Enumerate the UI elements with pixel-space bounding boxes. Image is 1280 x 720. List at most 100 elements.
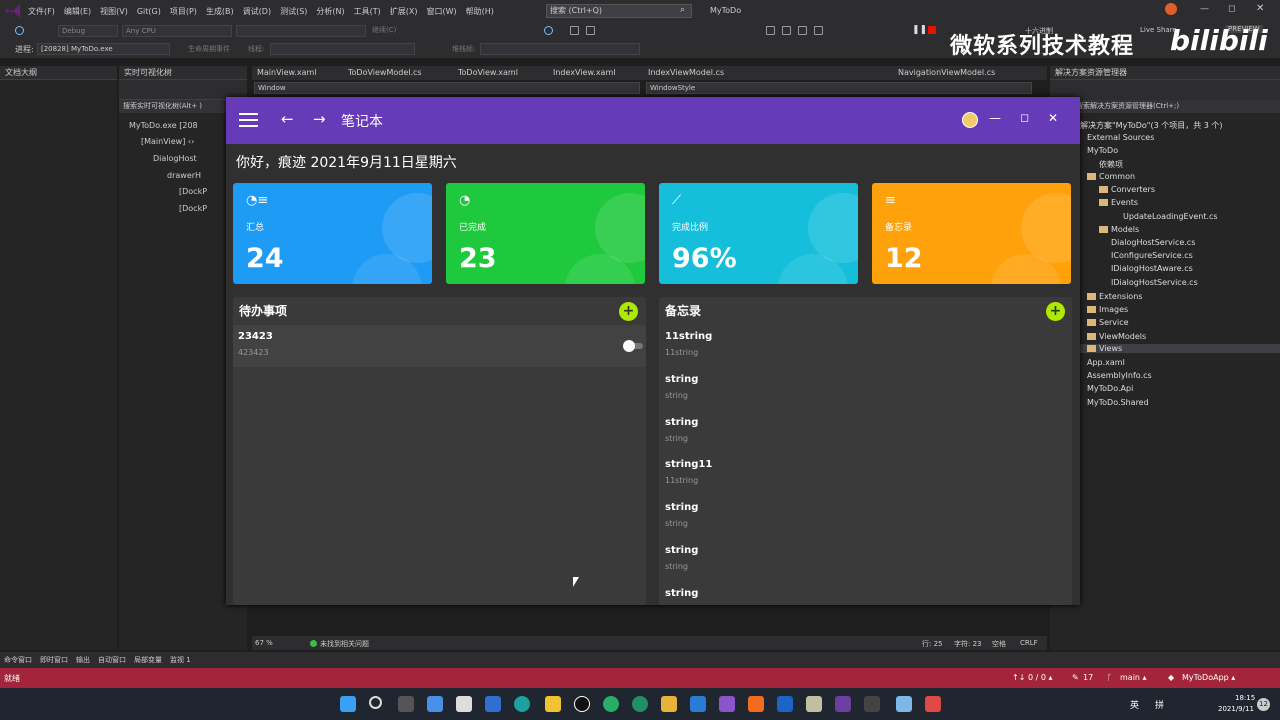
bookmark-icon[interactable]	[782, 26, 791, 35]
tab-mainview[interactable]: MainView.xaml	[257, 68, 317, 77]
menu-build[interactable]: 生成(B)	[206, 6, 234, 17]
memo-item-title[interactable]: string	[665, 374, 698, 385]
sol-item[interactable]: 依赖项	[1099, 159, 1123, 170]
memo-item-title[interactable]: string	[665, 502, 698, 513]
forward-arrow-icon[interactable]: →	[313, 110, 326, 128]
sol-item[interactable]: MyToDo.Api	[1087, 384, 1133, 393]
refresh-icon[interactable]	[544, 26, 553, 35]
app-icon[interactable]	[632, 696, 648, 712]
close-icon[interactable]: ✕	[1256, 3, 1264, 14]
stop-icon[interactable]	[928, 26, 936, 34]
sol-item[interactable]: IDialogHostAware.cs	[1111, 264, 1193, 273]
bookmark-icon[interactable]	[798, 26, 807, 35]
tree-item[interactable]: MyToDo.exe [208	[129, 121, 198, 130]
tab-indexviewmodel[interactable]: IndexViewModel.cs	[648, 68, 724, 77]
close-icon[interactable]: ✕	[1048, 111, 1058, 125]
issues-status[interactable]: 未找到相关问题	[320, 639, 369, 649]
sol-item[interactable]: MyToDo.Shared	[1087, 398, 1149, 407]
sol-folder[interactable]: Service	[1087, 318, 1129, 327]
clock-time[interactable]: 18:15	[1235, 694, 1255, 702]
thread-select[interactable]	[270, 43, 415, 55]
ime-language[interactable]: 英	[1130, 698, 1139, 711]
tree-item[interactable]: [MainView] ‹›	[141, 137, 194, 146]
platform-select[interactable]: Any CPU	[122, 25, 232, 37]
tab-output[interactable]: 输出	[76, 655, 90, 665]
memo-item-title[interactable]: string	[665, 588, 698, 599]
stat-card-total[interactable]: ◔≡ 汇总 24	[233, 183, 432, 284]
memo-item-title[interactable]: 11string	[665, 331, 712, 342]
search-icon[interactable]	[369, 696, 382, 709]
vscode-icon[interactable]	[690, 696, 706, 712]
wechat-icon[interactable]	[603, 696, 619, 712]
sol-folder[interactable]: Models	[1099, 225, 1139, 234]
memo-item-title[interactable]: string	[665, 545, 698, 556]
maximize-icon[interactable]: ◻	[1020, 111, 1029, 124]
zoom-level[interactable]: 67 %	[255, 639, 273, 647]
menu-test[interactable]: 测试(S)	[280, 6, 307, 17]
start-icon[interactable]	[340, 696, 356, 712]
back-arrow-icon[interactable]: ←	[281, 110, 294, 128]
sol-item[interactable]: UpdateLoadingEvent.cs	[1123, 212, 1218, 221]
app-icon[interactable]	[661, 696, 677, 712]
app-icon[interactable]	[835, 696, 851, 712]
minimize-icon[interactable]: —	[989, 111, 1001, 125]
element-dropdown[interactable]: Window	[254, 82, 640, 94]
clock-date[interactable]: 2021/9/11	[1218, 705, 1254, 713]
tab-command-window[interactable]: 命令窗口	[4, 655, 32, 665]
tab-immediate-window[interactable]: 即时窗口	[40, 655, 68, 665]
todo-item[interactable]: 23423 423423	[233, 325, 646, 367]
add-todo-button[interactable]: +	[619, 302, 638, 321]
menu-tools[interactable]: 工具(T)	[354, 6, 381, 17]
menu-edit[interactable]: 编辑(E)	[64, 6, 91, 17]
eol-mode[interactable]: CRLF	[1020, 639, 1038, 647]
app-icon[interactable]	[896, 696, 912, 712]
bookmark-icon[interactable]	[814, 26, 823, 35]
avatar[interactable]	[962, 112, 978, 128]
menu-file[interactable]: 文件(F)	[28, 6, 55, 17]
continue-button[interactable]: 继续(C)	[372, 25, 396, 35]
startup-select[interactable]	[236, 25, 366, 37]
notification-badge[interactable]: 12	[1257, 698, 1270, 711]
tab-navigationviewmodel[interactable]: NavigationViewModel.cs	[898, 68, 995, 77]
sol-folder[interactable]: Events	[1099, 198, 1138, 207]
sol-item[interactable]: MyToDo	[1087, 146, 1118, 155]
tab-todoview[interactable]: ToDoView.xaml	[458, 68, 518, 77]
sol-item[interactable]: IConfigureService.cs	[1111, 251, 1193, 260]
app-icon[interactable]	[806, 696, 822, 712]
visual-studio-icon[interactable]	[719, 696, 735, 712]
sol-folder[interactable]: Images	[1087, 305, 1128, 314]
store-icon[interactable]	[456, 696, 472, 712]
tree-item[interactable]: DialogHost	[153, 154, 197, 163]
minimize-icon[interactable]: —	[1200, 4, 1209, 14]
menu-project[interactable]: 项目(P)	[170, 6, 197, 17]
tree-item[interactable]: [DockP	[179, 187, 207, 196]
memo-item-title[interactable]: string11	[665, 459, 712, 470]
todo-status-toggle[interactable]	[623, 340, 645, 352]
sol-folder[interactable]: Common	[1087, 172, 1135, 181]
bookmark-icon[interactable]	[766, 26, 775, 35]
member-dropdown[interactable]: WindowStyle	[646, 82, 1032, 94]
stat-card-ratio[interactable]: ⟋ 完成比例 96%	[659, 183, 858, 284]
repo-name[interactable]: MyToDoApp ▴	[1182, 673, 1235, 682]
menu-view[interactable]: 视图(V)	[100, 6, 128, 17]
menu-help[interactable]: 帮助(H)	[466, 6, 494, 17]
sol-folder[interactable]: Extensions	[1087, 292, 1142, 301]
app-icon[interactable]	[925, 696, 941, 712]
process-select[interactable]: [20828] MyToDo.exe	[37, 43, 170, 55]
whitespace-mode[interactable]: 空格	[992, 639, 1006, 649]
tab-indexview[interactable]: IndexView.xaml	[553, 68, 615, 77]
branch-name[interactable]: main ▴	[1120, 673, 1147, 682]
powershell-icon[interactable]	[777, 696, 793, 712]
menu-icon[interactable]	[239, 113, 258, 127]
sol-item[interactable]: App.xaml	[1087, 358, 1125, 367]
sol-folder[interactable]: Converters	[1099, 185, 1155, 194]
tool-icon[interactable]	[586, 26, 595, 35]
tab-autos[interactable]: 自动窗口	[98, 655, 126, 665]
lifecycle-button[interactable]: 生命周期事件	[188, 44, 230, 54]
config-select[interactable]: Debug	[58, 25, 118, 37]
task-view-icon[interactable]	[398, 696, 414, 712]
sync-status[interactable]: ↑↓ 0 / 0 ▴	[1012, 673, 1052, 682]
pending-changes[interactable]: 17	[1083, 673, 1093, 682]
menu-git[interactable]: Git(G)	[137, 7, 161, 16]
stat-card-done[interactable]: ◔ 已完成 23	[446, 183, 645, 284]
